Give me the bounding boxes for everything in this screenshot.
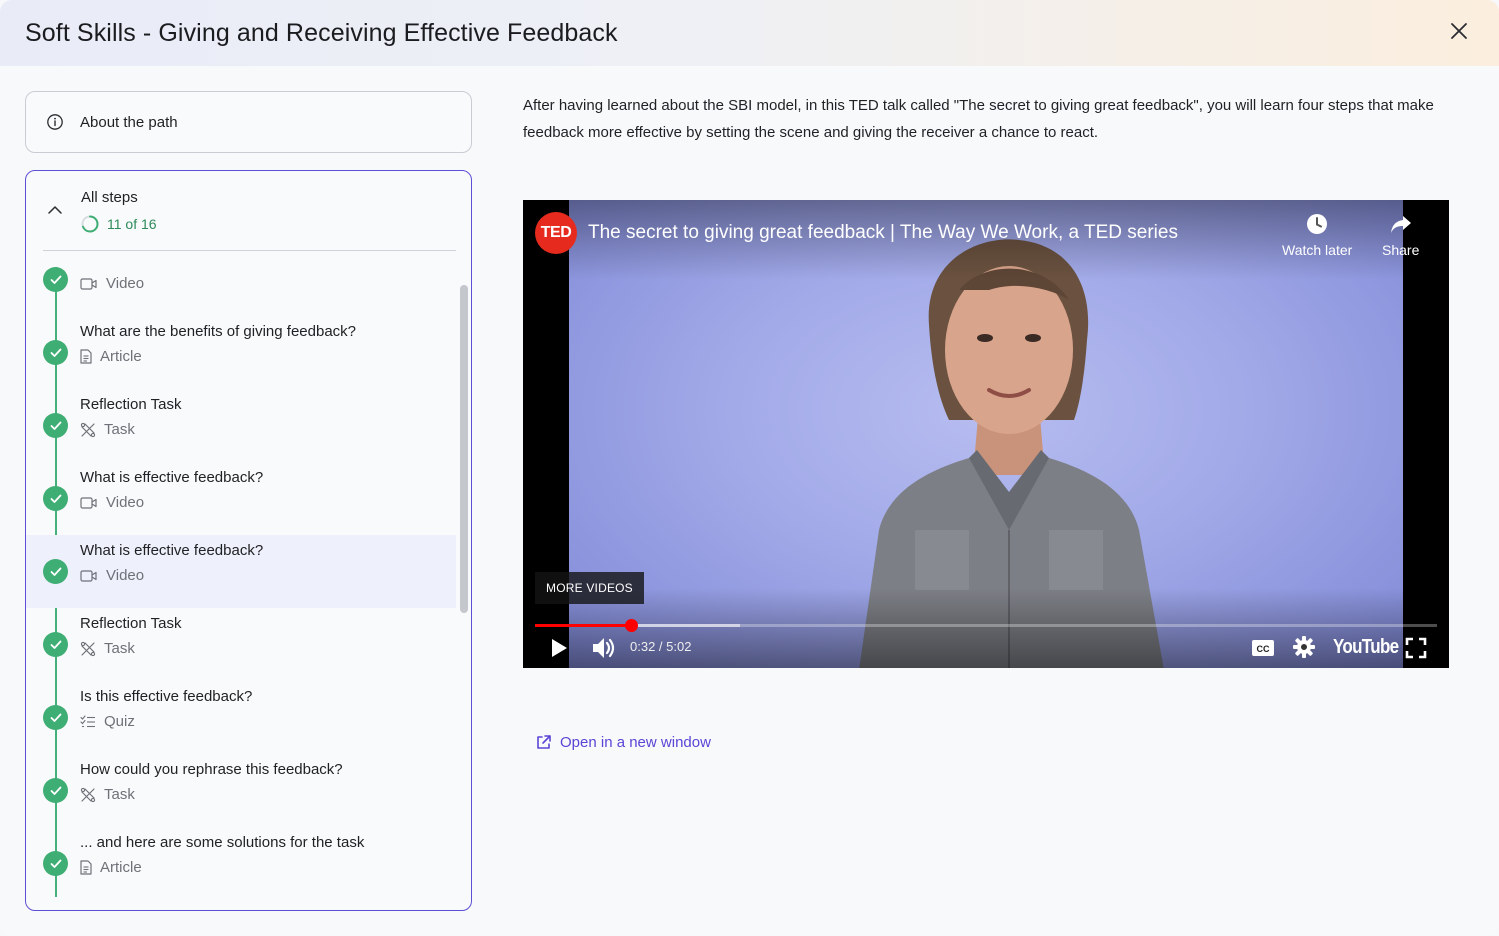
task-icon (80, 641, 104, 657)
step-type: Article (80, 348, 142, 365)
article-icon (80, 860, 100, 875)
steps-panel: All steps 11 of 16 Welcome to the "Givin… (25, 170, 472, 911)
task-icon (80, 787, 104, 803)
steps-list: Welcome to the "Giving and Receiving Fee… (26, 267, 458, 897)
completed-check-icon (43, 559, 68, 584)
completed-check-icon (43, 340, 68, 365)
fullscreen-icon[interactable] (1405, 637, 1427, 659)
step-item[interactable]: ... and here are some solutions for the … (26, 827, 456, 897)
about-path-button[interactable]: About the path (25, 91, 472, 153)
completed-check-icon (43, 632, 68, 657)
article-icon (80, 349, 100, 364)
chevron-up-icon[interactable] (47, 202, 63, 218)
step-title: What is effective feedback? (80, 469, 264, 486)
step-type-label: Article (100, 859, 142, 876)
quiz-icon (80, 714, 104, 729)
video-icon (80, 569, 106, 583)
step-item[interactable]: What is effective feedback? Video (26, 462, 456, 535)
captions-icon[interactable]: CC (1251, 639, 1275, 657)
clock-icon (1307, 214, 1328, 234)
close-icon (1451, 23, 1467, 39)
step-description: After having learned about the SBI model… (523, 97, 1434, 141)
step-type: Quiz (80, 713, 135, 730)
divider (43, 250, 456, 251)
step-title: Is this effective feedback? (80, 688, 253, 705)
more-videos-button[interactable]: MORE VIDEOS (535, 572, 644, 604)
video-icon (80, 496, 106, 510)
step-type: Video (80, 494, 144, 511)
completed-check-icon (43, 705, 68, 730)
step-type-label: Task (104, 421, 135, 438)
completed-check-icon (43, 778, 68, 803)
step-type: Video (80, 567, 144, 584)
step-type-label: Quiz (104, 713, 135, 730)
step-type-label: Video (106, 567, 145, 584)
step-item[interactable]: Reflection Task Task (26, 608, 456, 681)
step-type: Task (80, 786, 135, 803)
share-label: Share (1382, 242, 1420, 258)
video-icon (80, 277, 106, 291)
steps-scrollbar[interactable] (458, 267, 470, 897)
step-type: Video (80, 275, 144, 292)
ted-logo[interactable]: TED (535, 212, 577, 254)
video-player[interactable]: TED The secret to giving great feedback … (523, 200, 1449, 668)
about-path-label: About the path (80, 113, 178, 131)
page-title: Soft Skills - Giving and Receiving Effec… (25, 18, 618, 47)
task-icon (80, 422, 104, 438)
seek-handle[interactable] (624, 619, 638, 632)
settings-gear-icon[interactable] (1293, 636, 1315, 658)
step-type-label: Video (106, 275, 145, 292)
step-title: Reflection Task (80, 396, 182, 413)
seek-bar[interactable] (535, 624, 1437, 627)
video-title[interactable]: The secret to giving great feedback | Th… (588, 222, 1178, 244)
step-type-label: Task (104, 640, 135, 657)
completed-check-icon (43, 413, 68, 438)
header: Soft Skills - Giving and Receiving Effec… (0, 0, 1499, 66)
play-icon[interactable] (549, 638, 569, 658)
watch-later-button[interactable]: Watch later (1282, 212, 1352, 258)
share-button[interactable]: Share (1382, 212, 1419, 258)
steps-title: All steps (81, 189, 138, 206)
step-item[interactable]: Welcome to the "Giving and Receiving Fee… (26, 267, 456, 316)
step-type: Task (80, 640, 135, 657)
open-new-window-link[interactable]: Open in a new window (535, 734, 711, 751)
progress-ring-icon (81, 215, 99, 233)
step-item[interactable]: How could you rephrase this feedback? Tas… (26, 754, 456, 827)
step-type: Article (80, 859, 142, 876)
step-title: Reflection Task (80, 615, 182, 632)
step-title: How could you rephrase this feedback? (80, 761, 343, 778)
step-title: What are the benefits of giving feedback… (80, 323, 357, 340)
scrollbar-thumb[interactable] (460, 285, 468, 613)
step-type-label: Article (100, 348, 142, 365)
step-type-label: Video (106, 494, 145, 511)
svg-text:CC: CC (1257, 644, 1270, 654)
video-time: 0:32 / 5:02 (630, 639, 692, 654)
completed-check-icon (43, 486, 68, 511)
step-title: What is effective feedback? (80, 542, 264, 559)
steps-progress: 11 of 16 (81, 215, 157, 233)
step-item[interactable]: What are the benefits of giving feedback… (26, 316, 456, 389)
open-new-window-label: Open in a new window (560, 734, 711, 751)
steps-progress-text: 11 of 16 (107, 216, 157, 232)
step-type-label: Task (104, 786, 135, 803)
step-title: ... and here are some solutions for the … (80, 834, 365, 851)
steps-header[interactable]: All steps 11 of 16 (26, 171, 471, 251)
external-link-icon (537, 735, 551, 749)
info-icon (47, 114, 63, 130)
youtube-logo[interactable]: YouTube (1333, 636, 1399, 659)
seek-played (535, 624, 631, 627)
completed-check-icon (43, 267, 68, 292)
step-item[interactable]: Is this effective feedback? Quiz (26, 681, 456, 754)
learning-path-window: Soft Skills - Giving and Receiving Effec… (0, 0, 1499, 936)
step-type: Task (80, 421, 135, 438)
volume-icon[interactable] (591, 636, 617, 660)
step-item[interactable]: Reflection Task Task (26, 389, 456, 462)
share-icon (1390, 216, 1411, 233)
watch-later-label: Watch later (1282, 242, 1353, 258)
step-item[interactable]: What is effective feedback? Video (26, 535, 456, 608)
close-button[interactable] (1447, 19, 1471, 43)
completed-check-icon (43, 851, 68, 876)
